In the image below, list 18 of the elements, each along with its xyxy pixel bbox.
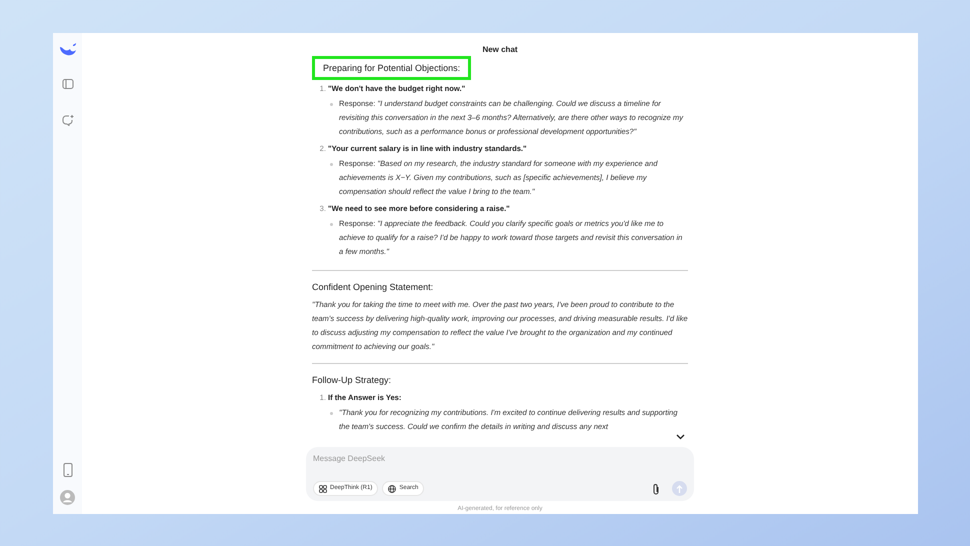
new-chat-icon[interactable] <box>62 114 74 126</box>
message-input[interactable]: Message DeepSeek <box>313 453 687 466</box>
paperclip-icon[interactable] <box>652 482 660 494</box>
chat-title: New chat <box>482 44 518 56</box>
bullet-icon <box>330 103 333 106</box>
bullet-icon <box>330 163 333 166</box>
bullet-icon <box>330 412 333 415</box>
chevron-down-icon <box>676 434 684 440</box>
bullet-icon <box>330 223 333 226</box>
section-heading: Preparing for Potential Objections: <box>312 56 472 80</box>
arrow-up-icon <box>676 484 683 492</box>
atom-icon <box>319 484 327 492</box>
globe-icon <box>388 484 396 492</box>
avatar-icon[interactable] <box>60 490 75 505</box>
phone-icon[interactable] <box>62 463 72 477</box>
section-heading: Follow-Up Strategy: <box>312 374 392 387</box>
section-heading: Confident Opening Statement: <box>312 281 434 294</box>
sidebar-panel-icon[interactable] <box>62 78 74 90</box>
